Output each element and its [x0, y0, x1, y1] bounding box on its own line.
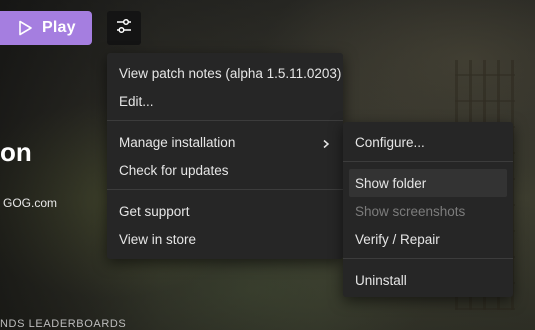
- menu-item-check-for-updates[interactable]: Check for updates: [107, 156, 343, 184]
- play-outline-icon: [16, 19, 34, 37]
- menu-separator: [107, 120, 343, 121]
- play-button[interactable]: Play: [0, 11, 92, 45]
- chevron-right-icon: [321, 137, 331, 149]
- menu-separator: [343, 161, 513, 162]
- game-options-menu: View patch notes (alpha 1.5.11.0203) Edi…: [107, 53, 343, 259]
- submenu-item-show-folder[interactable]: Show folder: [349, 169, 507, 197]
- menu-item-manage-installation[interactable]: Manage installation: [107, 128, 343, 156]
- game-source-label: GOG.com: [3, 196, 58, 210]
- menu-item-edit[interactable]: Edit...: [107, 87, 343, 115]
- menu-item-label: Manage installation: [119, 134, 236, 150]
- game-page-background: on GOG.com NDS LEADERBOARDS Play View pa…: [0, 0, 535, 330]
- submenu-item-uninstall[interactable]: Uninstall: [343, 266, 513, 294]
- menu-separator: [107, 189, 343, 190]
- play-button-label: Play: [42, 19, 76, 36]
- tabs-fragment: NDS LEADERBOARDS: [0, 318, 127, 330]
- menu-separator: [343, 258, 513, 259]
- game-title-fragment: on: [0, 137, 32, 167]
- settings-button[interactable]: [107, 11, 141, 45]
- manage-installation-submenu: Configure... Show folder Show screenshot…: [343, 122, 513, 297]
- submenu-item-configure[interactable]: Configure...: [343, 128, 513, 156]
- sliders-icon: [115, 17, 133, 40]
- submenu-item-verify-repair[interactable]: Verify / Repair: [343, 225, 513, 253]
- menu-item-get-support[interactable]: Get support: [107, 197, 343, 225]
- submenu-item-show-screenshots: Show screenshots: [355, 203, 466, 219]
- menu-item-view-in-store[interactable]: View in store: [107, 225, 343, 253]
- menu-item-view-patch-notes[interactable]: View patch notes (alpha 1.5.11.0203): [107, 59, 343, 87]
